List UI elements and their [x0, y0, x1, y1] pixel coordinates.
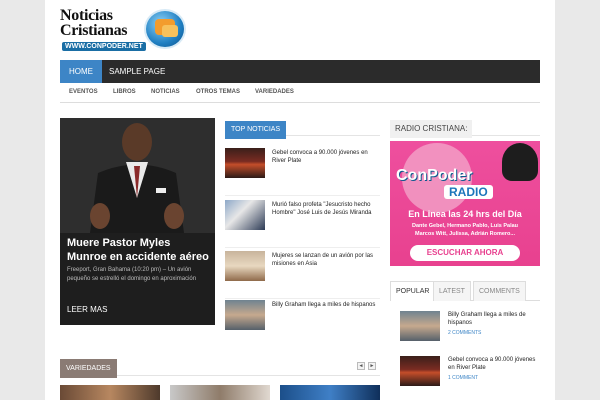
variedades-thumbnail[interactable]	[170, 385, 270, 400]
banner-radio: RADIO	[444, 185, 493, 199]
variedades-label: VARIEDADES	[60, 359, 117, 378]
read-more-link[interactable]: LEER MAS	[67, 305, 107, 314]
category-libros[interactable]: LIBROS	[104, 83, 145, 102]
tab-latest[interactable]: LATEST	[433, 281, 471, 301]
tab-popular[interactable]: POPULAR	[390, 281, 436, 301]
section-header: TOP NOTICIAS	[225, 118, 380, 139]
sidebar: RADIO CRISTIANA: ConPoder RADIO En Linea…	[390, 118, 540, 386]
news-title[interactable]: Mujeres se lanzan de un avión por las mi…	[272, 252, 380, 268]
news-thumbnail[interactable]	[225, 300, 265, 330]
tab-comments[interactable]: COMMENTS	[473, 281, 526, 301]
sidebar-tabs: POPULAR LATEST COMMENTS	[390, 281, 540, 301]
radio-label: RADIO CRISTIANA:	[390, 120, 473, 138]
popular-thumbnail[interactable]	[400, 356, 440, 386]
radio-banner[interactable]: ConPoder RADIO En Linea las 24 hrs del D…	[390, 141, 540, 266]
news-title[interactable]: Murió falso profeta "Jesucristo hecho Ho…	[272, 201, 380, 217]
comment-count[interactable]: 1 COMMENT	[448, 375, 478, 381]
banner-tagline: En Linea las 24 hrs del Día	[408, 209, 522, 219]
popular-title[interactable]: Billy Graham llega a miles de hispanos	[448, 311, 540, 327]
page: Noticias Cristianas WWW.CONPODER.NET HOM…	[45, 0, 555, 400]
news-item[interactable]: Mujeres se lanzan de un avión por las mi…	[225, 251, 380, 299]
featured-person-image	[60, 118, 215, 233]
banner-names-2: Marcos Witt, Julissa, Adrián Romero...	[415, 231, 515, 237]
logo-text-cristianas: Cristianas	[60, 22, 128, 39]
featured-post[interactable]: Muere Pastor Myles Munroe en accidente a…	[60, 118, 215, 325]
comment-count[interactable]: 2 COMMENTS	[448, 330, 481, 336]
carousel-prev-button[interactable]: ◄	[357, 362, 365, 370]
logo-url: WWW.CONPODER.NET	[62, 42, 146, 51]
variedades-header: VARIEDADES ◄ ►	[60, 357, 380, 378]
news-item[interactable]: Murió falso profeta "Jesucristo hecho Ho…	[225, 200, 380, 248]
featured-title[interactable]: Muere Pastor Myles Munroe en accidente a…	[67, 236, 212, 264]
listen-now-button[interactable]: ESCUCHAR AHORA	[410, 245, 520, 261]
category-eventos[interactable]: EVENTOS	[60, 83, 107, 102]
site-logo[interactable]: Noticias Cristianas WWW.CONPODER.NET	[60, 7, 186, 53]
popular-thumbnail[interactable]	[400, 311, 440, 341]
main-nav: HOME SAMPLE PAGE	[60, 60, 540, 83]
featured-excerpt: Freeport, Gran Bahama (10:20 pm) – Un av…	[67, 267, 197, 282]
category-variedades[interactable]: VARIEDADES	[246, 83, 303, 102]
popular-item[interactable]: Billy Graham llega a miles de hispanos 2…	[400, 311, 540, 347]
category-noticias[interactable]: NOTICIAS	[142, 83, 189, 102]
top-noticias-label: TOP NOTICIAS	[225, 121, 287, 139]
category-nav: EVENTOS LIBROS NOTICIAS OTROS TEMAS VARI…	[60, 83, 540, 103]
popular-item[interactable]: Gebel convoca a 90.000 jóvenes en River …	[400, 356, 540, 392]
category-otros-temas[interactable]: OTROS TEMAS	[187, 83, 249, 102]
chat-bubble-icon	[144, 9, 186, 49]
nav-item-home[interactable]: HOME	[60, 60, 102, 83]
variedades-thumbnail[interactable]	[60, 385, 160, 400]
top-noticias-section: TOP NOTICIAS Gebel convoca a 90.000 jóve…	[225, 118, 380, 330]
radio-header: RADIO CRISTIANA:	[390, 118, 540, 138]
banner-names-1: Dante Gebel, Hermano Pablo, Luis Palau	[411, 223, 519, 229]
news-title[interactable]: Gebel convoca a 90.000 jóvenes en River …	[272, 149, 380, 165]
featured-image[interactable]	[60, 118, 215, 233]
news-thumbnail[interactable]	[225, 251, 265, 281]
popular-title[interactable]: Gebel convoca a 90.000 jóvenes en River …	[448, 356, 540, 372]
news-title[interactable]: Billy Graham llega a miles de hispanos	[272, 301, 380, 309]
news-item[interactable]: Billy Graham llega a miles de hispanos	[225, 300, 380, 348]
headphones-icon	[502, 143, 538, 181]
news-thumbnail[interactable]	[225, 148, 265, 178]
news-thumbnail[interactable]	[225, 200, 265, 230]
news-item[interactable]: Gebel convoca a 90.000 jóvenes en River …	[225, 148, 380, 196]
variedades-thumbnail[interactable]	[280, 385, 380, 400]
banner-brand: ConPoder	[396, 167, 473, 184]
carousel-next-button[interactable]: ►	[368, 362, 376, 370]
nav-item-sample-page[interactable]: SAMPLE PAGE	[100, 60, 174, 83]
